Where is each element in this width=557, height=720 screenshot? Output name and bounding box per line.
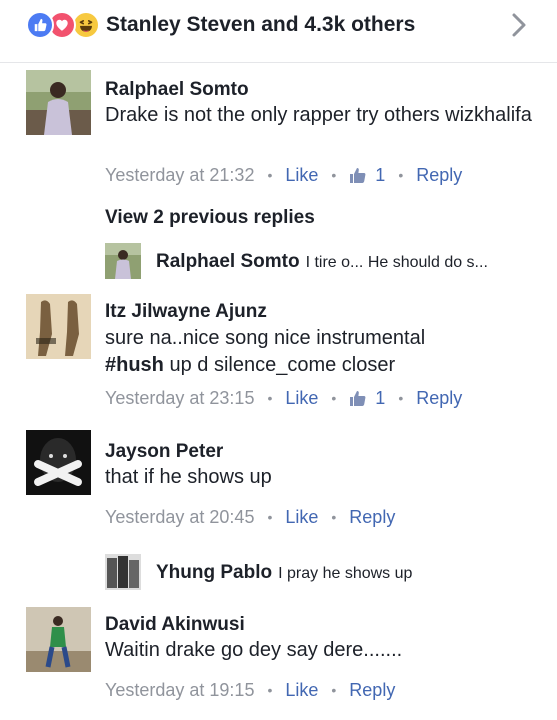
- avatar[interactable]: [26, 70, 91, 135]
- like-count-value: 1: [375, 165, 386, 185]
- chevron-right-icon[interactable]: [510, 11, 528, 39]
- like-count-value: 1: [375, 388, 386, 408]
- comment-actions: Yesterday at 19:15 • Like • Reply: [105, 678, 395, 702]
- reactions-bar[interactable]: Stanley Steven and 4.3k others: [0, 0, 557, 63]
- separator-dot: •: [267, 167, 273, 183]
- separator-dot: •: [331, 167, 337, 183]
- separator-dot: •: [398, 167, 404, 183]
- comment-timestamp: Yesterday at 21:32: [105, 165, 255, 185]
- comment-text-part: up d silence_come closer: [163, 354, 396, 376]
- comment-actions: Yesterday at 20:45 • Like • Reply: [105, 505, 395, 529]
- reaction-icons: [26, 11, 102, 39]
- reply-text: I pray he shows up: [278, 565, 413, 582]
- reply-author[interactable]: Yhung Pablo: [156, 562, 272, 583]
- avatar[interactable]: [26, 294, 91, 359]
- reply-author[interactable]: Ralphael Somto: [156, 251, 300, 272]
- comment-author[interactable]: Itz Jilwayne Ajunz: [105, 300, 267, 324]
- avatar[interactable]: [105, 243, 141, 279]
- comment-text: Waitin drake go dey say dere.......: [105, 639, 403, 661]
- separator-dot: •: [267, 509, 273, 525]
- comment-timestamp: Yesterday at 20:45: [105, 507, 255, 527]
- reply-button[interactable]: Reply: [349, 505, 395, 529]
- like-count[interactable]: 1: [349, 163, 385, 187]
- comment-timestamp: Yesterday at 19:15: [105, 680, 255, 700]
- hashtag-link[interactable]: #hush: [105, 354, 164, 376]
- like-count[interactable]: 1: [349, 386, 385, 410]
- view-previous-replies[interactable]: View 2 previous replies: [105, 206, 315, 230]
- comment-author[interactable]: David Akinwusi: [105, 613, 245, 637]
- comment-text: Drake is not the only rapper try others …: [105, 104, 532, 126]
- reply: Ralphael Somto I tire o... He should do s…: [156, 250, 488, 275]
- comment-author[interactable]: Jayson Peter: [105, 440, 223, 464]
- separator-dot: •: [267, 390, 273, 406]
- reply-button[interactable]: Reply: [416, 386, 462, 410]
- reply-button[interactable]: Reply: [416, 163, 462, 187]
- comment-timestamp: Yesterday at 23:15: [105, 388, 255, 408]
- separator-dot: •: [331, 682, 337, 698]
- comment-text: sure na..nice song nice instrumental #hu…: [105, 325, 545, 379]
- separator-dot: •: [267, 682, 273, 698]
- like-reaction-icon: [26, 11, 54, 39]
- like-button[interactable]: Like: [285, 678, 318, 702]
- avatar[interactable]: [26, 607, 91, 672]
- haha-reaction-icon: [72, 11, 100, 39]
- reply-text: I tire o... He should do s...: [305, 254, 488, 271]
- like-button[interactable]: Like: [285, 386, 318, 410]
- thumbs-up-icon: [350, 391, 366, 406]
- reaction-summary[interactable]: Stanley Steven and 4.3k others: [106, 11, 415, 39]
- reply: Yhung Pablo I pray he shows up: [156, 561, 412, 586]
- reply-button[interactable]: Reply: [349, 678, 395, 702]
- like-button[interactable]: Like: [285, 505, 318, 529]
- comment-actions: Yesterday at 23:15 • Like • 1 • Reply: [105, 386, 462, 410]
- thumbs-up-icon: [350, 168, 366, 183]
- avatar[interactable]: [26, 430, 91, 495]
- separator-dot: •: [398, 390, 404, 406]
- comment-author[interactable]: Ralphael Somto: [105, 78, 249, 102]
- separator-dot: •: [331, 509, 337, 525]
- like-button[interactable]: Like: [285, 163, 318, 187]
- separator-dot: •: [331, 390, 337, 406]
- comment-text-part: sure na..nice song nice instrumental: [105, 327, 426, 349]
- avatar[interactable]: [105, 554, 141, 590]
- comment-text: that if he shows up: [105, 466, 272, 488]
- comment-actions: Yesterday at 21:32 • Like • 1 • Reply: [105, 163, 462, 187]
